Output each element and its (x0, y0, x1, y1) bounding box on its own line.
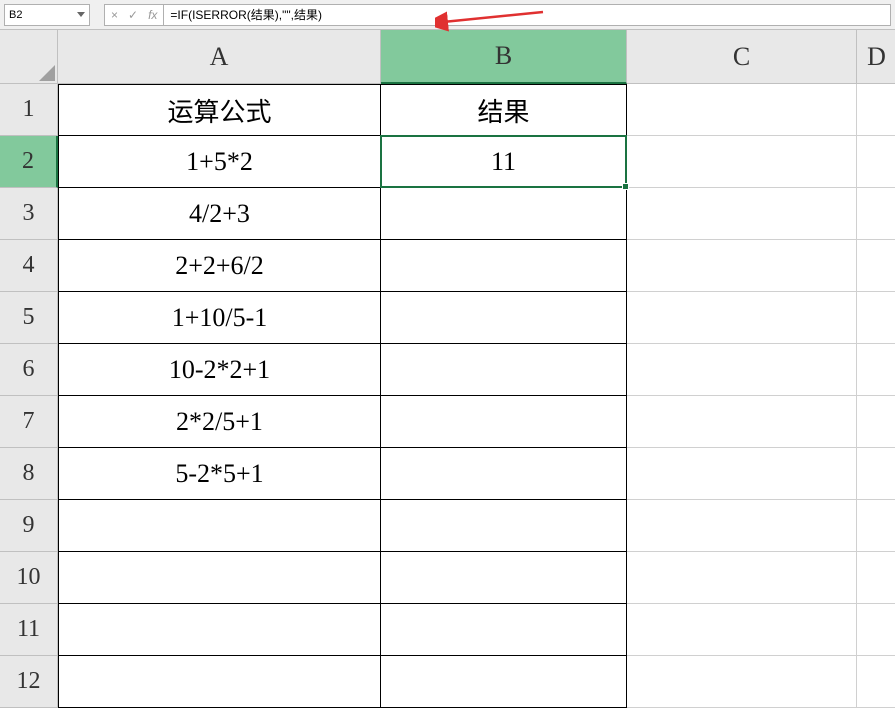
row-header-1[interactable]: 1 (0, 84, 58, 136)
cell-a1[interactable]: 运算公式 (58, 84, 381, 136)
table-row (58, 552, 895, 604)
table-row: 10-2*2+1 (58, 344, 895, 396)
arrow-annotation (435, 8, 545, 32)
formula-controls: × ✓ fx (104, 4, 164, 26)
row-header-4[interactable]: 4 (0, 240, 58, 292)
cell-d10[interactable] (857, 552, 895, 604)
cell-b12[interactable] (381, 656, 627, 708)
cell-b8[interactable] (381, 448, 627, 500)
column-headers: A B C D (58, 30, 895, 84)
cell-c11[interactable] (627, 604, 857, 656)
cell-d1[interactable] (857, 84, 895, 136)
spreadsheet-grid: A B C D 1 2 3 4 5 6 7 8 9 10 11 12 (0, 30, 895, 706)
row-header-7[interactable]: 7 (0, 396, 58, 448)
cell-b7[interactable] (381, 396, 627, 448)
table-row: 2*2/5+1 (58, 396, 895, 448)
cell-b11[interactable] (381, 604, 627, 656)
column-header-a[interactable]: A (58, 30, 381, 84)
cell-a9[interactable] (58, 500, 381, 552)
cell-c6[interactable] (627, 344, 857, 396)
cell-b9[interactable] (381, 500, 627, 552)
formula-text: =IF(ISERROR(结果),"",结果) (170, 6, 322, 23)
cell-c10[interactable] (627, 552, 857, 604)
cell-b5[interactable] (381, 292, 627, 344)
table-row: 2+2+6/2 (58, 240, 895, 292)
cell-a10[interactable] (58, 552, 381, 604)
cell-c12[interactable] (627, 656, 857, 708)
cell-a2[interactable]: 1+5*2 (58, 136, 381, 188)
table-row: 4/2+3 (58, 188, 895, 240)
cells-area: 运算公式 结果 1+5*2 11 4/2+3 (58, 84, 895, 708)
cell-b2[interactable]: 11 (381, 136, 627, 188)
cell-d6[interactable] (857, 344, 895, 396)
row-header-5[interactable]: 5 (0, 292, 58, 344)
column-header-c[interactable]: C (627, 30, 857, 84)
row-header-11[interactable]: 11 (0, 604, 58, 656)
cancel-icon[interactable]: × (111, 8, 118, 22)
cell-d7[interactable] (857, 396, 895, 448)
table-row: 1+10/5-1 (58, 292, 895, 344)
cell-d3[interactable] (857, 188, 895, 240)
cell-a5[interactable]: 1+10/5-1 (58, 292, 381, 344)
cell-c3[interactable] (627, 188, 857, 240)
cell-d4[interactable] (857, 240, 895, 292)
table-row: 5-2*5+1 (58, 448, 895, 500)
row-header-8[interactable]: 8 (0, 448, 58, 500)
cell-b4[interactable] (381, 240, 627, 292)
cell-b3[interactable] (381, 188, 627, 240)
cell-a11[interactable] (58, 604, 381, 656)
cell-c5[interactable] (627, 292, 857, 344)
table-row: 运算公式 结果 (58, 84, 895, 136)
enter-icon[interactable]: ✓ (128, 8, 138, 22)
select-all-corner[interactable] (0, 30, 58, 84)
cell-d8[interactable] (857, 448, 895, 500)
cell-c9[interactable] (627, 500, 857, 552)
cell-d11[interactable] (857, 604, 895, 656)
row-header-10[interactable]: 10 (0, 552, 58, 604)
cell-a8[interactable]: 5-2*5+1 (58, 448, 381, 500)
name-box-dropdown-icon[interactable] (77, 12, 85, 17)
table-row (58, 656, 895, 708)
row-header-3[interactable]: 3 (0, 188, 58, 240)
cell-d9[interactable] (857, 500, 895, 552)
cell-a7[interactable]: 2*2/5+1 (58, 396, 381, 448)
cell-b1[interactable]: 结果 (381, 84, 627, 136)
row-header-12[interactable]: 12 (0, 656, 58, 708)
cell-c1[interactable] (627, 84, 857, 136)
row-headers: 1 2 3 4 5 6 7 8 9 10 11 12 (0, 84, 58, 708)
table-row (58, 500, 895, 552)
row-header-2[interactable]: 2 (0, 136, 58, 188)
cell-a6[interactable]: 10-2*2+1 (58, 344, 381, 396)
formula-bar-section: B2 × ✓ fx =IF(ISERROR(结果),"",结果) (0, 0, 895, 30)
cell-d5[interactable] (857, 292, 895, 344)
cell-a12[interactable] (58, 656, 381, 708)
name-box-value: B2 (9, 9, 22, 21)
cell-c8[interactable] (627, 448, 857, 500)
cell-b6[interactable] (381, 344, 627, 396)
arrow-icon (435, 8, 545, 32)
cell-b10[interactable] (381, 552, 627, 604)
table-row (58, 604, 895, 656)
fx-icon[interactable]: fx (148, 8, 157, 22)
table-row: 1+5*2 11 (58, 136, 895, 188)
cell-a4[interactable]: 2+2+6/2 (58, 240, 381, 292)
cell-a3[interactable]: 4/2+3 (58, 188, 381, 240)
cell-d2[interactable] (857, 136, 895, 188)
row-header-6[interactable]: 6 (0, 344, 58, 396)
row-header-9[interactable]: 9 (0, 500, 58, 552)
column-header-d[interactable]: D (857, 30, 895, 84)
cell-d12[interactable] (857, 656, 895, 708)
cell-c4[interactable] (627, 240, 857, 292)
name-box[interactable]: B2 (4, 4, 90, 26)
select-all-triangle-icon (39, 65, 55, 81)
cell-c7[interactable] (627, 396, 857, 448)
column-header-b[interactable]: B (381, 30, 627, 84)
cell-c2[interactable] (627, 136, 857, 188)
